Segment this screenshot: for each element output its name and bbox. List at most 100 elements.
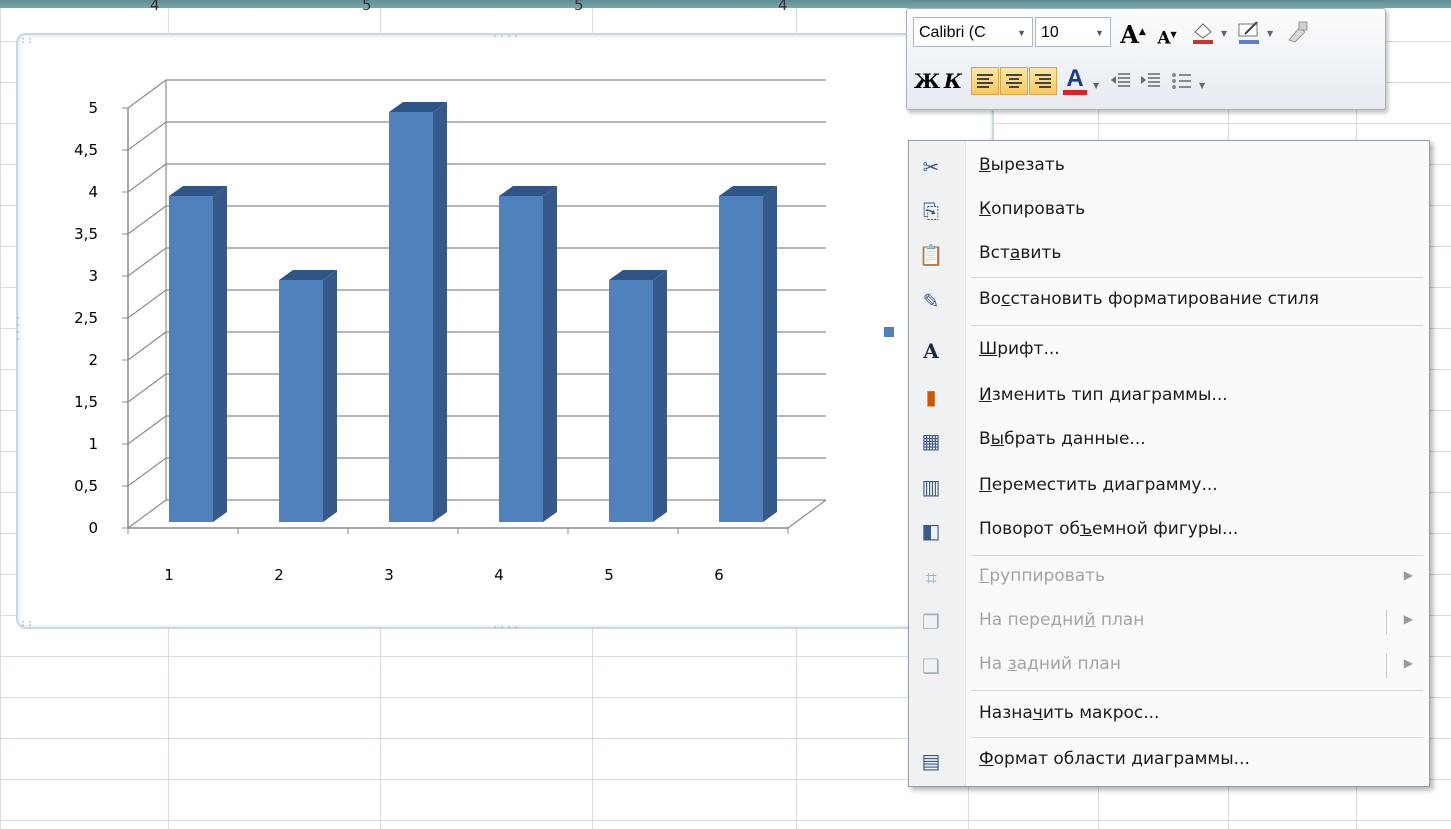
bar-front <box>389 112 433 522</box>
menu-item-label: Вырезать <box>979 155 1065 175</box>
gridline-side <box>127 163 167 193</box>
y-tick-label: 0,5 <box>74 477 98 495</box>
grow-font-icon[interactable]: A▲ <box>1119 18 1147 49</box>
menu-item[interactable]: Назначить макрос... <box>909 695 1429 735</box>
bar-side <box>763 186 777 522</box>
bar-side <box>653 270 667 522</box>
menu-item[interactable]: A Шрифт... <box>909 331 1429 371</box>
bar-side <box>543 186 557 522</box>
menu-item-label: Выбрать данные... <box>979 429 1146 449</box>
x-tick-label: 4 <box>494 566 504 584</box>
menu-item: ❏ На задний план ▶ <box>909 646 1429 686</box>
format-painter-icon[interactable] <box>1283 18 1311 46</box>
menu-item[interactable]: ◧ Поворот объемной фигуры... <box>909 511 1429 551</box>
font-color-icon[interactable]: A <box>1061 65 1089 95</box>
menu-separator <box>971 737 1423 738</box>
shrink-font-icon[interactable]: A▼ <box>1153 20 1181 49</box>
menu-item: ⌗ Группировать ▶ <box>909 558 1429 598</box>
submenu-arrow-icon: ▶ <box>1403 568 1413 582</box>
submenu-arrow-icon: ▶ <box>1403 656 1413 670</box>
menu-separator <box>971 690 1423 691</box>
y-tick-label: 3 <box>88 267 98 285</box>
bar-front <box>279 280 323 522</box>
submenu-arrow-icon: ▶ <box>1403 612 1413 626</box>
y-tick-label: 3,5 <box>74 225 98 243</box>
menu-item[interactable]: ▥ Переместить диаграмму... <box>909 467 1429 507</box>
font-name-value: Calibri (С <box>919 24 986 41</box>
menu-item[interactable]: ▦ Выбрать данные... <box>909 421 1429 461</box>
bar <box>389 102 447 522</box>
dropdown-arrow-icon[interactable]: ▼ <box>1199 81 1205 90</box>
menu-item-label: Формат области диаграммы... <box>979 749 1250 769</box>
dropdown-arrow-icon[interactable]: ▼ <box>1095 18 1104 48</box>
dropdown-arrow-icon[interactable]: ▼ <box>1221 29 1227 38</box>
menu-item[interactable]: 📋 Вставить <box>909 235 1429 275</box>
menu-item-label: Копировать <box>979 199 1086 219</box>
floor-edge <box>787 499 827 529</box>
menu-item[interactable]: ▤ Формат области диаграммы... <box>909 741 1429 781</box>
split-divider <box>1386 654 1387 678</box>
fill-color-icon[interactable] <box>1189 18 1217 46</box>
bar-side <box>323 270 337 522</box>
gridline-side <box>127 457 167 487</box>
menu-item-label: Восстановить форматирование стиля <box>979 289 1319 309</box>
bar <box>719 186 777 522</box>
italic-button[interactable]: К <box>939 67 967 95</box>
increase-indent-icon[interactable] <box>1137 67 1165 95</box>
gridline-side <box>127 331 167 361</box>
send-backward-icon: ❏ <box>922 654 940 678</box>
align-left-icon[interactable] <box>971 67 999 95</box>
gridline-side <box>127 121 167 151</box>
menu-separator <box>971 555 1423 556</box>
menu-item-label: Переместить диаграмму... <box>979 475 1218 495</box>
3d-rotation-icon: ◧ <box>921 519 941 543</box>
gridline-side <box>127 205 167 235</box>
bullets-icon[interactable] <box>1167 67 1195 95</box>
dropdown-arrow-icon[interactable]: ▼ <box>1093 81 1099 90</box>
highlight-color-icon[interactable] <box>1235 18 1263 46</box>
y-axis-tick-labels: 0 0,5 1 1,5 2 2,5 3 3,5 4 4,5 5 <box>74 99 98 537</box>
align-center-icon[interactable] <box>1000 67 1028 95</box>
x-tick-label: 2 <box>274 566 284 584</box>
x-tick-label: 6 <box>714 566 724 584</box>
dropdown-arrow-icon[interactable]: ▼ <box>1017 18 1026 48</box>
bar-front <box>609 280 653 522</box>
column-chart[interactable]: 0 0,5 1 1,5 2 2,5 3 3,5 4 4,5 5 1 2 3 4 5 6 <box>0 0 990 640</box>
bar <box>279 270 337 522</box>
dropdown-arrow-icon[interactable]: ▼ <box>1267 29 1273 38</box>
scissors-icon: ✂ <box>922 155 940 179</box>
menu-item-label: На передний план <box>979 610 1145 630</box>
menu-item[interactable]: ✎ Восстановить форматирование стиля <box>909 281 1429 321</box>
mini-toolbar: Calibri (С ▼ 10 ▼ A▲ A▼ ▼ ▼ Ж К A ▼ ▼ <box>906 8 1386 110</box>
decrease-indent-icon[interactable] <box>1107 67 1135 95</box>
menu-item-label: Шрифт... <box>979 339 1060 359</box>
y-tick-label: 1,5 <box>74 393 98 411</box>
gridline-side <box>127 289 167 319</box>
menu-item[interactable]: ✂ Вырезать <box>909 147 1429 187</box>
y-tick-label: 2 <box>88 351 98 369</box>
bar <box>499 186 557 522</box>
chart-bars <box>169 102 777 522</box>
menu-item: ❐ На передний план ▶ <box>909 602 1429 642</box>
menu-item-label: Вставить <box>979 243 1062 263</box>
legend-marker[interactable] <box>884 327 894 337</box>
split-divider <box>1386 610 1387 634</box>
paste-icon: 📋 <box>918 243 944 267</box>
gridline-side <box>127 247 167 277</box>
y-tick-label: 4 <box>88 183 98 201</box>
bar-front <box>169 196 213 522</box>
bring-forward-icon: ❐ <box>922 610 940 634</box>
align-right-icon[interactable] <box>1029 67 1057 95</box>
menu-item[interactable]: ⎘ Копировать <box>909 191 1429 231</box>
menu-item[interactable]: ▮ Изменить тип диаграммы... <box>909 377 1429 417</box>
group-icon: ⌗ <box>925 566 937 590</box>
font-size-combobox[interactable]: 10 ▼ <box>1035 17 1111 47</box>
bar <box>169 186 227 522</box>
menu-item-label: Поворот объемной фигуры... <box>979 519 1239 539</box>
format-chart-area-icon: ▤ <box>921 749 941 773</box>
font-name-combobox[interactable]: Calibri (С ▼ <box>913 17 1033 47</box>
context-menu: ✂ Вырезать ⎘ Копировать 📋 Вставить ✎ Восстанови… <box>908 140 1430 787</box>
bold-button[interactable]: Ж <box>913 67 941 95</box>
gridline-side <box>127 373 167 403</box>
bar-side <box>213 186 227 522</box>
